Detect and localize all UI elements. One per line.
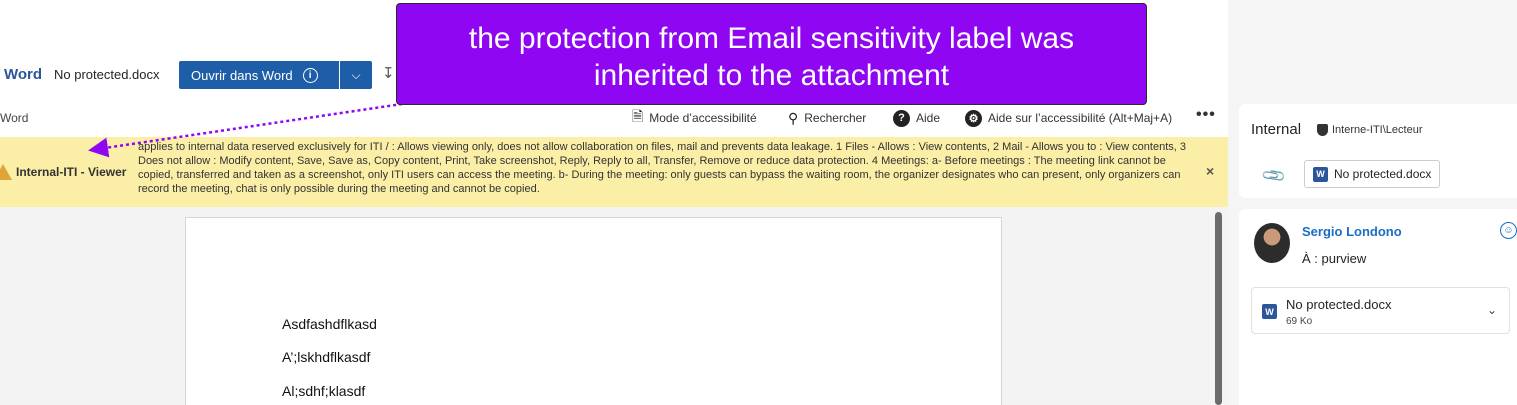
banner-label: Internal-ITI - Viewer	[16, 165, 127, 179]
document-line: Asdfashdflkasd	[282, 316, 377, 332]
accessibility-mode-label: Mode d’accessibilité	[649, 111, 757, 125]
toolbar-word-label: Word	[0, 111, 29, 125]
accessibility-help-label: Aide sur l’accessibilité (Alt+Maj+A)	[988, 111, 1173, 125]
chevron-down-icon[interactable]: ⌄	[1487, 303, 1497, 317]
help-button[interactable]: ? Aide	[893, 108, 940, 128]
accessibility-icon: ⚙	[965, 109, 982, 127]
file-name: No protected.docx	[54, 67, 160, 82]
callout-text-line2: inherited to the attachment	[593, 59, 950, 92]
search-button[interactable]: ⚲ Rechercher	[788, 108, 866, 128]
screen: Word No protected.docx Ouvrir dans Word …	[0, 0, 1517, 405]
close-icon[interactable]: ×	[1206, 163, 1214, 179]
attachment-chip[interactable]: W No protected.docx	[1304, 160, 1440, 188]
document-line: Al;sdhf;klasdf	[282, 383, 366, 399]
annotation-callout: the protection from Email sensitivity la…	[396, 3, 1147, 105]
chevron-down-icon: ⌵	[351, 67, 361, 82]
accessibility-help-button[interactable]: ⚙ Aide sur l’accessibilité (Alt+Maj+A)	[965, 108, 1172, 128]
sensitivity-sublabel-group: Interne-ITI\Lecteur	[1317, 124, 1423, 136]
banner-description: applies to internal data reserved exclus…	[138, 141, 1186, 195]
attachment-chip-label: No protected.docx	[1334, 167, 1432, 181]
document-line: A’;lskhdflkasdf	[282, 349, 371, 365]
app-name: Word	[4, 66, 43, 83]
sensitivity-sublabel: Interne-ITI\Lecteur	[1332, 124, 1423, 136]
vertical-scrollbar[interactable]	[1215, 212, 1222, 405]
attachment-size: 69 Ko	[1286, 316, 1313, 327]
callout-text-line1: the protection from Email sensitivity la…	[468, 22, 1075, 55]
search-label: Rechercher	[804, 111, 867, 125]
attachment-name: No protected.docx	[1286, 297, 1392, 312]
help-icon: ?	[893, 109, 910, 127]
document-accessibility-icon: 🗎	[632, 108, 644, 124]
open-options-dropdown[interactable]: ⌵	[340, 61, 372, 89]
document-page	[185, 217, 1002, 405]
sender-name[interactable]: Sergio Londono	[1302, 224, 1402, 239]
word-file-icon: W	[1313, 166, 1328, 182]
more-options-button[interactable]: •••	[1196, 106, 1216, 124]
info-icon[interactable]: i	[302, 67, 318, 83]
open-in-word-button[interactable]: Ouvrir dans Word i	[179, 61, 339, 89]
word-file-icon: W	[1262, 304, 1277, 319]
open-in-word-label: Ouvrir dans Word	[191, 67, 293, 83]
sensitivity-label[interactable]: Internal	[1251, 121, 1301, 138]
accessibility-mode-button[interactable]: 🗎 Mode d’accessibilité	[632, 108, 757, 128]
emoji-reaction-icon[interactable]: ☺	[1500, 222, 1517, 239]
warning-icon	[0, 164, 12, 180]
help-label: Aide	[916, 111, 941, 125]
search-icon: ⚲	[788, 109, 799, 126]
shield-icon	[1317, 124, 1328, 136]
recipient-line: À : purview	[1302, 251, 1367, 266]
download-icon[interactable]: ↧	[382, 64, 395, 82]
avatar[interactable]	[1254, 223, 1290, 263]
